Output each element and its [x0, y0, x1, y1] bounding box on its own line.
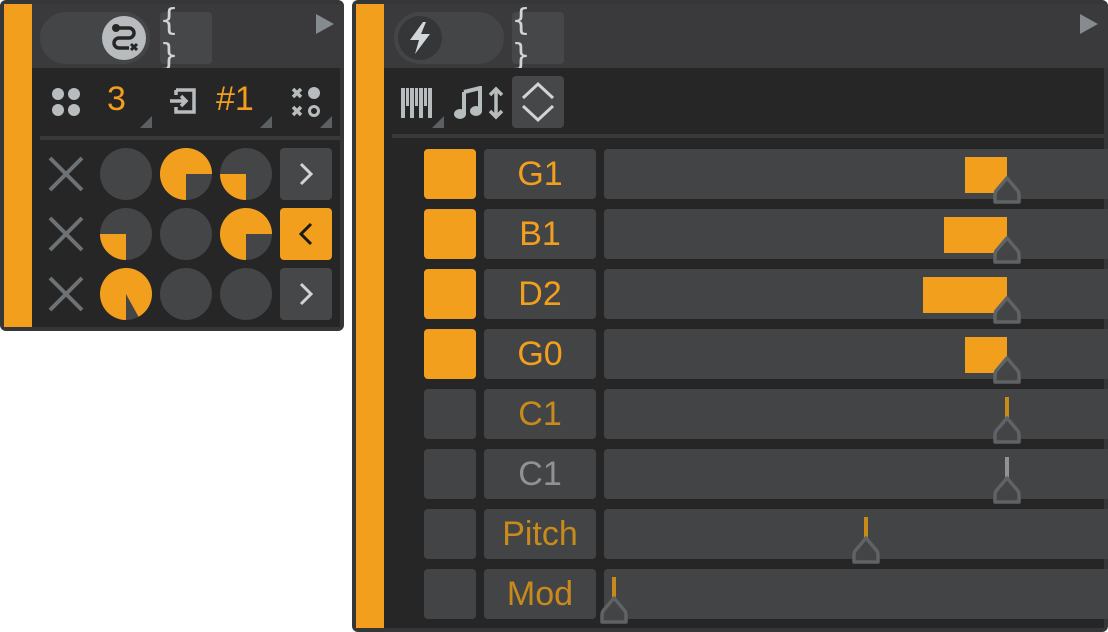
code-button[interactable]: { } [160, 3, 212, 73]
row-slider[interactable] [604, 389, 1108, 444]
slider-thumb[interactable] [600, 595, 628, 625]
clip-slot-pie[interactable] [160, 148, 212, 200]
slider-thumb[interactable] [993, 295, 1021, 325]
device-color-stripe [356, 4, 384, 628]
route-off-icon [102, 16, 146, 60]
slider-thumb[interactable] [993, 235, 1021, 265]
row-slider[interactable] [604, 149, 1108, 204]
pie-progress [220, 174, 246, 200]
up-down-chevrons-icon [521, 81, 555, 123]
row-nav-button[interactable] [280, 268, 332, 320]
row-nav-button[interactable] [280, 148, 332, 200]
device-color-stripe [4, 4, 32, 327]
clip-grid-device: { } 3 #1 [0, 0, 344, 331]
row-slider[interactable] [604, 449, 1108, 504]
row-enable-toggle[interactable] [424, 569, 476, 619]
row-enable-toggle[interactable] [424, 209, 476, 259]
row-enable-toggle[interactable] [424, 449, 476, 499]
note-device: { } G1 B1 D2 G0 C1 C1 Pitch Mod [352, 0, 1108, 632]
music-note-updown-icon[interactable] [454, 86, 506, 120]
code-button[interactable]: { } [512, 3, 564, 73]
clip-slot-pie[interactable] [100, 268, 152, 320]
row-label[interactable]: B1 [484, 209, 596, 259]
expand-triangle-icon[interactable] [316, 14, 334, 34]
four-dots-icon[interactable] [50, 86, 82, 118]
row-slider[interactable] [604, 329, 1108, 384]
piano-keys-icon[interactable] [400, 88, 434, 118]
pie-progress [100, 268, 152, 320]
route-toggle[interactable] [40, 12, 150, 64]
slider-thumb[interactable] [993, 475, 1021, 505]
clip-slot-pie[interactable] [220, 208, 272, 260]
device-header: { } [32, 3, 344, 73]
clip-slot-pie[interactable] [160, 208, 212, 260]
x-icon[interactable] [40, 208, 92, 260]
pie-progress [100, 234, 126, 260]
clip-slot-pie[interactable] [100, 148, 152, 200]
row-enable-toggle[interactable] [424, 149, 476, 199]
lightning-icon [398, 16, 442, 60]
slider-thumb[interactable] [993, 355, 1021, 385]
slider-thumb[interactable] [993, 175, 1021, 205]
expand-triangle-icon[interactable] [1080, 14, 1098, 34]
dropdown-corner-icon [432, 116, 444, 128]
row-label[interactable]: C1 [484, 449, 596, 499]
row-slider[interactable] [604, 209, 1108, 264]
input-arrow-icon[interactable] [168, 86, 198, 116]
x-o-pattern-icon[interactable] [290, 86, 322, 118]
clip-slot-pie[interactable] [100, 208, 152, 260]
row-label[interactable]: G0 [484, 329, 596, 379]
clip-slot-pie[interactable] [220, 148, 272, 200]
chevron-left-icon [298, 222, 313, 246]
clip-slot-pie[interactable] [220, 268, 272, 320]
x-icon[interactable] [40, 148, 92, 200]
count-value[interactable]: 3 [107, 80, 126, 119]
row-enable-toggle[interactable] [424, 389, 476, 439]
divider [392, 134, 1104, 138]
row-enable-toggle[interactable] [424, 329, 476, 379]
row-label[interactable]: C1 [484, 389, 596, 439]
chevron-right-icon [299, 162, 314, 186]
row-label[interactable]: D2 [484, 269, 596, 319]
lightning-toggle[interactable] [394, 12, 504, 64]
clip-slot-pie[interactable] [160, 268, 212, 320]
divider [40, 136, 340, 140]
slider-thumb[interactable] [993, 415, 1021, 445]
row-label[interactable]: Pitch [484, 509, 596, 559]
device-body: G1 B1 D2 G0 C1 C1 Pitch Mod [384, 68, 1108, 628]
slider-thumb[interactable] [852, 535, 880, 565]
dropdown-corner-icon [320, 116, 332, 128]
chevron-right-icon [299, 282, 314, 306]
row-slider[interactable] [604, 509, 1108, 564]
x-icon[interactable] [40, 268, 92, 320]
slot-value[interactable]: #1 [216, 80, 254, 119]
row-label[interactable]: G1 [484, 149, 596, 199]
device-header: { } [384, 3, 1108, 73]
row-slider[interactable] [600, 569, 1108, 624]
device-body: 3 #1 [32, 68, 340, 327]
dropdown-corner-icon [140, 116, 152, 128]
dropdown-corner-icon [260, 116, 272, 128]
range-button[interactable] [512, 76, 564, 128]
row-nav-button[interactable] [280, 208, 332, 260]
row-enable-toggle[interactable] [424, 269, 476, 319]
row-enable-toggle[interactable] [424, 509, 476, 559]
row-slider[interactable] [604, 269, 1108, 324]
row-label[interactable]: Mod [484, 569, 596, 619]
